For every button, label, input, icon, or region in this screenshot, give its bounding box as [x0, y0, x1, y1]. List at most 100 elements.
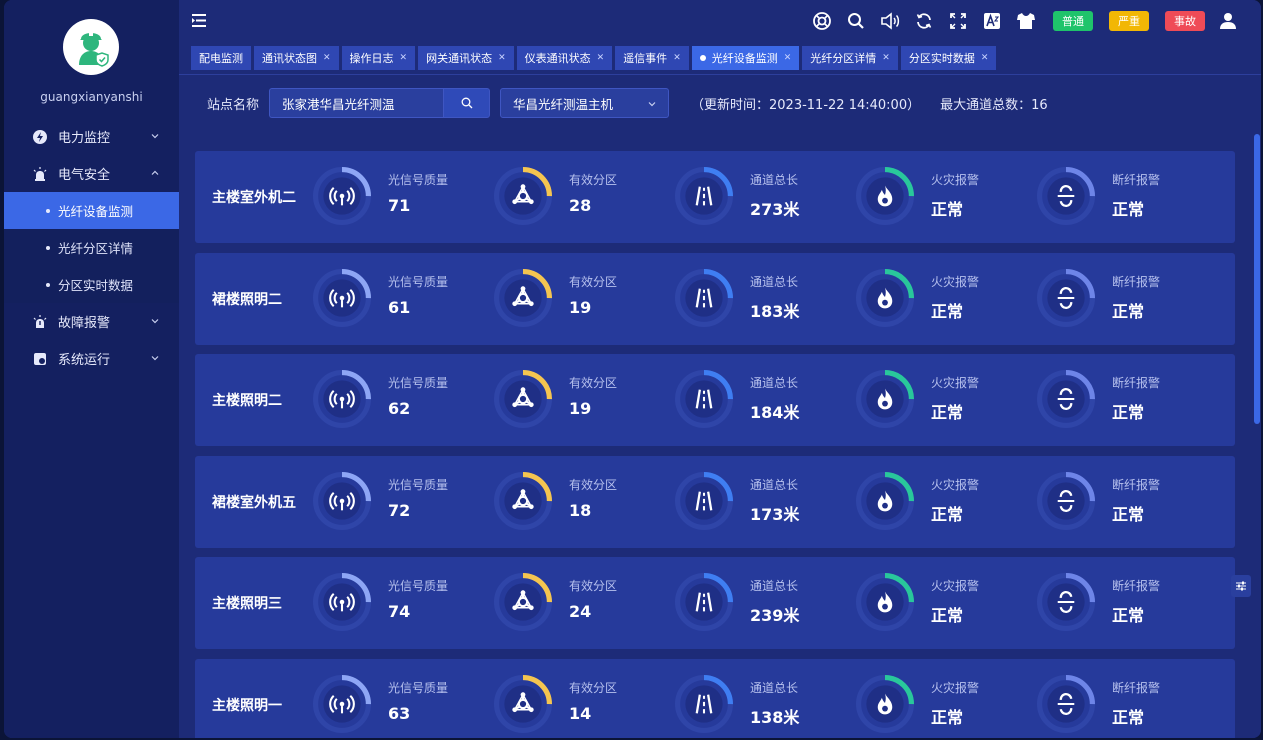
font-size-icon[interactable]: [981, 10, 1003, 32]
metric-break: 断纤报警 正常: [1037, 268, 1207, 329]
user-icon[interactable]: [1217, 10, 1239, 32]
tab-label: 仪表通讯状态: [524, 52, 591, 65]
system-icon: [32, 351, 48, 367]
metric-signal: 光信号质量 71: [313, 167, 483, 227]
device-card[interactable]: 主楼照明一 光信号质量 63 有效分区 14 通道总长 138米 火灾报警 正常 断纤报警 正常: [195, 658, 1235, 738]
fullscreen-icon[interactable]: [947, 10, 969, 32]
sidebar-item-electrical-safety[interactable]: 电气安全: [4, 155, 179, 192]
tab-gateway-comm[interactable]: 网关通讯状态 ✕: [418, 46, 514, 70]
signal-icon: [313, 268, 371, 327]
fault-icon: [32, 314, 48, 330]
metric-label: 断纤报警: [1112, 579, 1161, 593]
sidebar-item-system-run[interactable]: 系统运行: [4, 340, 179, 377]
device-name: 裙楼照明二: [212, 291, 282, 308]
severity-accident-badge[interactable]: 事故: [1165, 11, 1205, 31]
sidebar-item-power-monitor[interactable]: 电力监控: [4, 118, 179, 155]
close-icon[interactable]: ✕: [498, 53, 506, 63]
metric-fire: 火灾报警 正常: [856, 573, 1026, 633]
metric-value: 正常: [1112, 301, 1145, 321]
device-card[interactable]: 主楼照明二 光信号质量 62 有效分区 19 通道总长 184米 火灾报警 正常 断纤报警 正常: [195, 354, 1235, 446]
close-icon[interactable]: ✕: [784, 53, 792, 63]
tab-operation-log[interactable]: 操作日志 ✕: [341, 46, 416, 70]
theme-icon[interactable]: [1015, 10, 1037, 32]
close-icon[interactable]: ✕: [323, 53, 331, 63]
tab-comm-status-chart[interactable]: 通讯状态图 ✕: [254, 46, 339, 70]
fiber-break-icon: [1037, 370, 1095, 428]
signal-icon: [313, 573, 371, 631]
worker-avatar-icon: [79, 31, 109, 67]
station-input[interactable]: 张家港华昌光纤测温: [269, 88, 444, 118]
metric-label: 光信号质量: [388, 274, 449, 289]
host-select[interactable]: 华昌光纤测温主机: [500, 88, 670, 118]
sidebar-item-label: 电气安全: [58, 168, 111, 183]
help-icon[interactable]: [811, 10, 833, 32]
sidebar-item-fiber-device-monitor[interactable]: 光纤设备监测: [4, 192, 179, 229]
metric-label: 光信号质量: [388, 376, 449, 390]
active-dot-icon: [699, 55, 706, 61]
close-icon[interactable]: ✕: [882, 53, 890, 63]
sidebar-item-fault-alarm[interactable]: 故障报警: [4, 303, 179, 340]
metric-label: 断纤报警: [1112, 173, 1161, 187]
bullet-icon: [46, 208, 50, 213]
metric-label: 光信号质量: [388, 173, 449, 187]
fire-icon: [856, 674, 914, 733]
close-icon[interactable]: ✕: [981, 53, 989, 63]
metric-value: 正常: [931, 504, 964, 524]
metric-value: 28: [569, 196, 592, 215]
metric-length: 通道总长 273米: [675, 167, 845, 227]
fiber-break-icon: [1037, 167, 1095, 225]
metric-signal: 光信号质量 63: [313, 674, 483, 735]
close-icon[interactable]: ✕: [597, 53, 605, 63]
network-icon: [494, 370, 552, 428]
network-icon: [494, 268, 552, 327]
settings-button[interactable]: [1231, 575, 1251, 597]
metric-length: 通道总长 138米: [675, 674, 845, 735]
sidebar-item-zone-realtime-data[interactable]: 分区实时数据: [4, 266, 179, 303]
tab-remote-signal-events[interactable]: 遥信事件 ✕: [615, 46, 689, 70]
metric-value: 正常: [1112, 403, 1145, 422]
sidebar-item-fiber-zone-detail[interactable]: 光纤分区详情: [4, 229, 179, 266]
sidebar: guangxianyanshi 电力监控 电气安全 光纤设备监测 光纤分区详情 …: [4, 0, 179, 738]
chevron-down-icon: [648, 102, 656, 107]
metric-value: 61: [388, 297, 411, 317]
metric-label: 通道总长: [750, 173, 799, 187]
station-label: 站点名称: [207, 97, 260, 113]
metric-fire: 火灾报警 正常: [856, 674, 1026, 735]
network-icon: [494, 471, 552, 530]
metric-value: 184米: [750, 403, 800, 422]
fiber-break-icon: [1037, 471, 1095, 530]
avatar[interactable]: [63, 19, 119, 75]
device-card[interactable]: 主楼照明三 光信号质量 74 有效分区 24 通道总长 239米 火灾报警 正常 断纤报警 正常: [195, 557, 1235, 649]
fiber-break-icon: [1037, 674, 1095, 733]
tab-zone-realtime-data[interactable]: 分区实时数据 ✕: [900, 46, 997, 70]
volume-icon[interactable]: [879, 10, 901, 32]
severity-serious-badge[interactable]: 严重: [1109, 11, 1149, 31]
device-card[interactable]: 裙楼室外机五 光信号质量 72 有效分区 18 通道总长 173米 火灾报警 正常 断纤报警 正常: [195, 455, 1235, 548]
metric-break: 断纤报警 正常: [1037, 573, 1207, 633]
metric-value: 72: [388, 500, 411, 520]
scrollbar[interactable]: [1254, 134, 1260, 424]
metric-length: 通道总长 239米: [675, 573, 845, 633]
close-icon[interactable]: ✕: [673, 53, 681, 63]
chevron-down-icon: [151, 319, 159, 324]
tab-fiber-device-monitor[interactable]: 光纤设备监测 ✕: [691, 46, 800, 70]
tab-fiber-zone-detail[interactable]: 光纤分区详情 ✕: [802, 46, 898, 70]
metric-label: 火灾报警: [931, 173, 980, 187]
metric-value: 正常: [931, 200, 964, 219]
tab-meter-comm[interactable]: 仪表通讯状态 ✕: [516, 46, 613, 70]
metric-value: 18: [569, 500, 592, 520]
metric-label: 有效分区: [569, 579, 618, 593]
device-card[interactable]: 裙楼照明二 光信号质量 61 有效分区 19 通道总长 183米 火灾报警 正常 断纤报警 正常: [195, 252, 1235, 345]
metric-zones: 有效分区 19: [494, 268, 664, 329]
search-button[interactable]: [443, 88, 491, 118]
refresh-icon[interactable]: [913, 10, 935, 32]
severity-normal-badge[interactable]: 普通: [1053, 11, 1093, 31]
search-icon[interactable]: [845, 10, 867, 32]
metric-zones: 有效分区 28: [494, 167, 664, 227]
close-icon[interactable]: ✕: [400, 53, 408, 63]
device-card[interactable]: 主楼室外机二 光信号质量 71 有效分区 28 通道总长 273米 火灾报警 正常 断纤报警 正常: [195, 151, 1235, 243]
tab-power-distribution[interactable]: 配电监测: [191, 46, 251, 70]
menu-toggle-icon[interactable]: [192, 14, 206, 27]
metric-label: 有效分区: [569, 680, 618, 695]
power-icon: [32, 129, 48, 145]
